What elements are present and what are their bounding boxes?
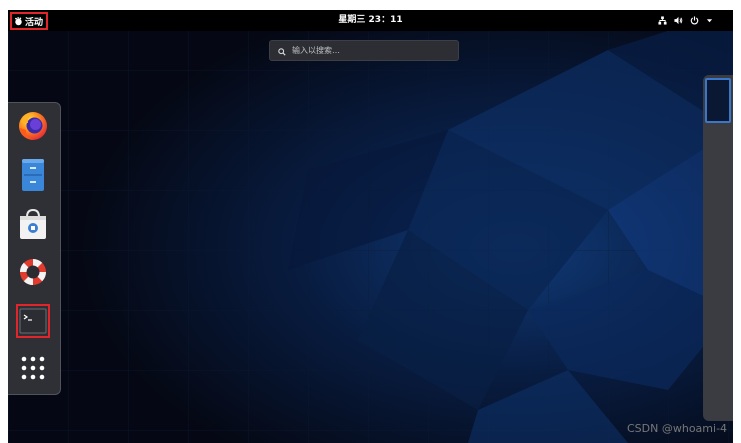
top-bar: 活动 星期三 23：11 — [8, 10, 733, 31]
search-input[interactable] — [292, 46, 442, 55]
system-tray[interactable] — [658, 10, 713, 31]
software-bag-icon — [20, 208, 46, 239]
dash-item-files[interactable] — [16, 158, 50, 192]
dash-panel — [8, 102, 61, 395]
desktop-wallpaper — [8, 10, 733, 443]
search-box[interactable] — [269, 40, 459, 61]
dash-item-terminal[interactable] — [16, 304, 50, 338]
firefox-icon — [19, 112, 47, 140]
dash-item-firefox[interactable] — [16, 109, 50, 143]
workspace-switcher — [703, 75, 733, 421]
activities-button[interactable]: 活动 — [10, 12, 48, 30]
gnome-foot-icon — [14, 16, 23, 26]
clock-area: 星期三 23：11 — [8, 10, 733, 31]
dash-item-software[interactable] — [16, 207, 50, 241]
files-cabinet-icon — [22, 159, 44, 191]
chevron-down-icon[interactable] — [706, 17, 713, 24]
dash-item-help[interactable] — [16, 255, 50, 289]
clock-label[interactable]: 星期三 23：11 — [338, 15, 402, 25]
help-lifebuoy-icon — [19, 259, 47, 285]
workspace-thumbnail[interactable] — [705, 78, 731, 123]
desktop-screen: 活动 星期三 23：11 — [8, 10, 733, 443]
dash-item-show-applications[interactable] — [16, 351, 50, 385]
network-icon[interactable] — [658, 16, 667, 25]
activities-label: 活动 — [25, 17, 44, 28]
terminal-icon — [19, 308, 47, 334]
power-icon[interactable] — [690, 16, 699, 25]
search-icon — [278, 41, 286, 60]
watermark-text: CSDN @whoami-4 — [627, 422, 728, 435]
volume-icon[interactable] — [674, 16, 683, 25]
app-grid-icon — [21, 356, 45, 380]
